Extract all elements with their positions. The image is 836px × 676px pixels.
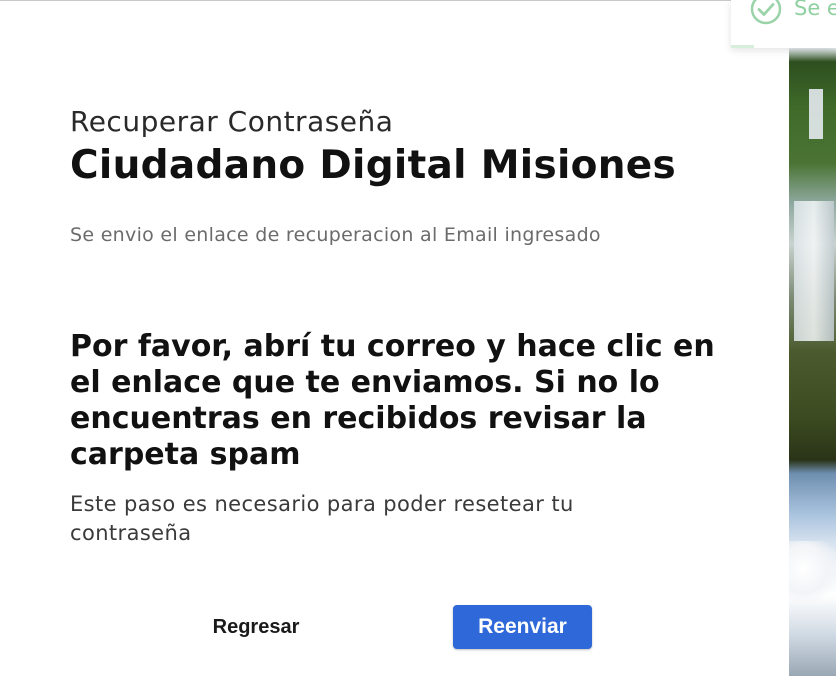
success-toast[interactable]: Se e <box>731 0 836 48</box>
toast-message: Se e <box>794 0 836 20</box>
mist-detail <box>789 541 836 611</box>
check-circle-icon <box>750 0 782 25</box>
note-text: Este paso es necesario para poder resete… <box>70 492 574 545</box>
page-title: Ciudadano Digital Misiones <box>70 143 677 188</box>
waterfall-background-image <box>789 1 836 676</box>
instruction-text: Por favor, abrí tu correo y hace clic en… <box>70 329 715 472</box>
resend-button[interactable]: Reenviar <box>453 605 592 649</box>
back-button[interactable]: Regresar <box>186 605 326 649</box>
toast-progress-bar <box>731 45 755 48</box>
page-subtitle: Recuperar Contraseña <box>70 105 394 138</box>
recovery-panel: Recuperar Contraseña Ciudadano Digital M… <box>0 1 789 676</box>
waterfall-detail <box>794 201 834 341</box>
info-text: Se envio el enlace de recuperacion al Em… <box>70 224 601 246</box>
waterfall-detail <box>809 89 823 139</box>
